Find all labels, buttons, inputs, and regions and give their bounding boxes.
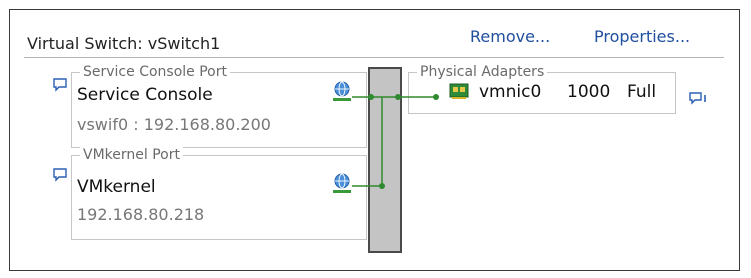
properties-link[interactable]: Properties... [594,27,690,46]
speech-bubble-icon[interactable] [52,167,68,183]
nic-card-icon [449,83,469,99]
adapter-name: vmnic0 [479,82,542,102]
network-globe-icon[interactable] [331,80,353,102]
vmkernel-legend: VMkernel Port [80,146,183,164]
virtual-switch-bar [368,67,402,253]
remove-link[interactable]: Remove... [470,27,550,46]
vmkernel-port-group[interactable]: VMkernel Port [71,146,367,240]
network-globe-icon[interactable] [331,172,353,194]
speech-bubble-icon[interactable] [689,90,709,106]
service-console-name: Service Console [77,85,213,105]
adapter-speed: 1000 [567,82,611,102]
adapter-duplex: Full [627,82,657,102]
switch-title: Virtual Switch: vSwitch1 [27,34,221,53]
physical-adapters-legend: Physical Adapters [417,63,548,81]
speech-bubble-icon[interactable] [52,77,68,93]
vmkernel-ip: 192.168.80.218 [77,205,205,224]
service-console-legend: Service Console Port [80,63,230,81]
title-divider [24,57,724,58]
vmkernel-name: VMkernel [77,177,156,197]
service-console-port-group[interactable]: Service Console Port [71,63,367,148]
service-console-ip: vswif0 : 192.168.80.200 [77,115,271,134]
